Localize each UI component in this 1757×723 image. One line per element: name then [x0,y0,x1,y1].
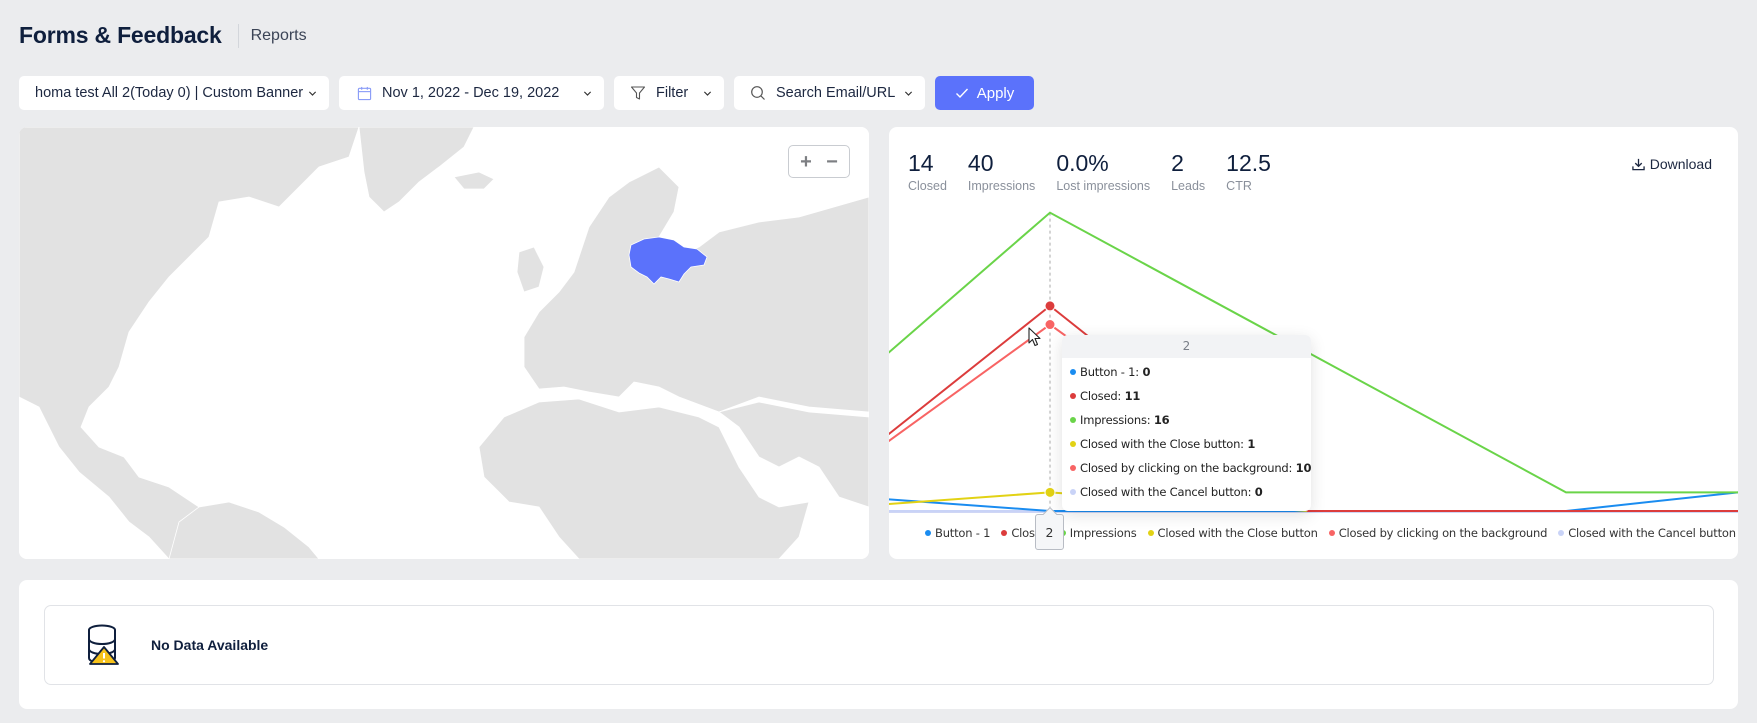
legend-label: Impressions [1069,526,1137,540]
date-range-picker[interactable]: Nov 1, 2022 - Dec 19, 2022 [339,76,604,110]
legend-dot-icon [1147,530,1154,536]
series-line-impressions [889,211,1738,494]
tooltip-row-value: 0 [1142,365,1151,379]
series-dot-icon [1070,441,1076,447]
hover-marker-closed-by-clicking-on-the-background [1044,319,1056,331]
chevron-down-icon [703,90,712,96]
chart-card: 14 Closed 40 Impressions 0.0% Lost impre… [889,127,1738,559]
series-line-closed [889,304,1738,512]
map-zoom-controls: + − [788,145,850,178]
search-icon [751,86,765,100]
series-dot-icon [1070,393,1076,399]
tooltip-row-value: 1 [1247,437,1256,451]
legend-item[interactable]: Button - 1 [925,526,991,540]
filter-label: Filter [656,85,689,101]
page-title: Forms & Feedback [19,22,222,48]
filter-dropdown[interactable]: Filter [614,76,724,110]
series-line-button-1 [889,491,1738,512]
legend-label: Closed with the Cancel button [1568,526,1736,540]
campaign-select-value: homa test All 2(Today 0) | Custom Banner [35,85,304,101]
database-warning-icon [88,624,119,665]
legend-dot-icon [925,530,931,536]
tooltip-row-label: Button - 1: [1080,365,1143,379]
tooltip-row-label: Closed: [1080,389,1125,403]
plot-area [889,211,1738,513]
apply-button[interactable]: Apply [935,76,1034,110]
campaign-select[interactable]: homa test All 2(Today 0) | Custom Banner [19,76,329,110]
search-email-url[interactable]: Search Email/URL [734,76,925,110]
chart-tooltip: 2 Button - 1: 0 Closed: 11 Impressions: 16… [1062,335,1311,511]
tooltip-row-value: 16 [1153,413,1170,427]
toolbar: homa test All 2(Today 0) | Custom Banner… [19,76,1034,110]
tooltip-row-label: Closed with the Cancel button: [1080,485,1255,499]
chevron-down-icon [308,90,317,96]
tooltip-row-label: Impressions: [1080,413,1154,427]
date-range-value: Nov 1, 2022 - Dec 19, 2022 [382,85,560,101]
legend-label: Button - 1 [935,526,991,540]
tooltip-row: Closed by clicking on the background: 10 [1062,456,1311,480]
apply-label: Apply [976,84,1015,102]
tooltip-title: 2 [1062,335,1311,358]
no-data-panel: No Data Available [44,605,1714,685]
legend-dot-icon [1558,530,1565,536]
map-zoom-out-button[interactable]: − [821,152,843,172]
hover-marker-closed-with-the-close-button [1044,486,1056,498]
calendar-icon [357,86,372,100]
tooltip-row: Impressions: 16 [1062,408,1311,432]
hover-marker-closed [1044,300,1056,312]
legend-label: Closed with the Close button [1157,526,1318,540]
no-data-message: No Data Available [151,637,269,653]
tooltip-row: Closed: 11 [1062,384,1311,408]
tooltip-row-value: 10 [1295,461,1311,475]
legend-label: Closed by clicking on the background [1338,526,1548,540]
check-icon [955,88,968,99]
series-dot-icon [1070,369,1076,375]
tooltip-row: Closed with the Close button: 1 [1062,432,1311,456]
series-line-closed-by-clicking-on-the-background [889,323,1738,512]
tooltip-row-value: 0 [1254,485,1263,499]
chevron-down-icon [583,90,592,96]
header-divider [237,23,239,48]
tooltip-row: Button - 1: 0 [1062,360,1311,384]
legend-item[interactable]: Closed with the Cancel button [1558,526,1736,540]
breadcrumb-reports[interactable]: Reports [251,27,307,45]
series-dot-icon [1070,417,1076,423]
legend-item[interactable]: Closed by clicking on the background [1328,526,1548,540]
legend-item[interactable]: Closed with the Close button [1147,526,1318,540]
world-map[interactable] [19,127,869,559]
tooltip-row-label: Closed by clicking on the background: [1080,461,1296,475]
legend-dot-icon [1328,530,1335,536]
world-map-card: + − [19,127,869,559]
search-label: Search Email/URL [776,85,896,101]
legend-item[interactable]: Impressions [1059,526,1137,540]
legend-dot-icon [1001,530,1008,536]
data-table-card: No Data Available [19,580,1738,709]
chevron-down-icon [904,90,913,96]
page-header: Forms & Feedback Reports [19,22,307,49]
tooltip-row: Closed with the Cancel button: 0 [1062,480,1311,504]
tooltip-row-label: Closed with the Close button: [1080,437,1248,451]
line-chart[interactable] [889,127,1738,559]
map-zoom-in-button[interactable]: + [795,152,817,172]
tooltip-row-value: 11 [1124,389,1141,403]
series-dot-icon [1070,489,1076,495]
x-axis-hover-label: 2 [1035,514,1064,550]
series-dot-icon [1070,465,1076,471]
filter-icon [630,86,646,100]
mouse-cursor-icon [1028,327,1041,347]
